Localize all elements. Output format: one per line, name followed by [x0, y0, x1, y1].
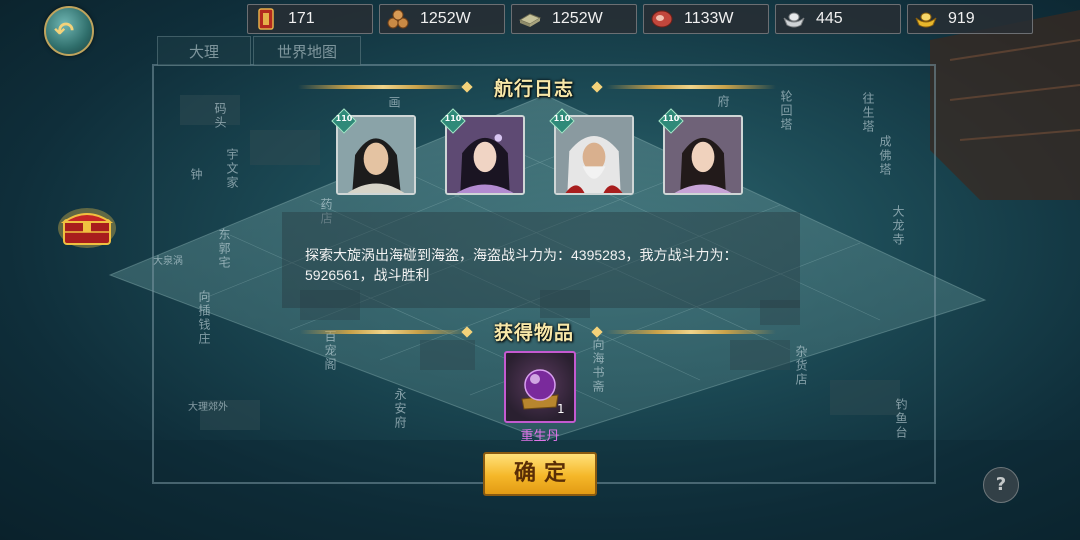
resource-stone-value: 1252W	[552, 10, 603, 27]
stone-slab-icon	[518, 13, 542, 27]
token-icon	[258, 8, 274, 30]
voyage-log-title: 航行日志	[494, 78, 575, 100]
tab-world-map[interactable]: 世界地图	[253, 36, 361, 66]
resource-token-value: 171	[288, 10, 315, 27]
rewards-deco-left	[300, 330, 468, 334]
rewards-deco-right	[606, 330, 776, 334]
reward-item-slot[interactable]	[504, 351, 576, 423]
gold-ingot-icon	[915, 12, 937, 28]
hero-3-level-badge: 110	[549, 108, 575, 134]
resource-stone[interactable]: 1252W	[511, 4, 637, 34]
resource-silver-value: 445	[816, 10, 843, 27]
resource-meat[interactable]: 1133W	[643, 4, 769, 34]
resource-wood[interactable]: 1252W	[379, 4, 505, 34]
treasure-chest-icon[interactable]	[58, 204, 116, 248]
hero-2-level-badge: 110	[440, 108, 466, 134]
silver-ingot-icon	[783, 12, 805, 28]
resource-token[interactable]: 171	[247, 4, 373, 34]
title-deco-right	[606, 85, 776, 89]
resource-meat-value: 1133W	[684, 10, 734, 27]
tab-dali[interactable]: 大理	[157, 36, 251, 66]
resource-wood-value: 1252W	[420, 10, 471, 27]
back-button[interactable]: ↶	[44, 6, 94, 56]
confirm-button[interactable]: 确定	[483, 452, 597, 496]
resource-gold[interactable]: 919	[907, 4, 1033, 34]
wood-icon	[387, 9, 409, 29]
hero-1-level-badge: 110	[331, 108, 357, 134]
help-button[interactable]: ?	[983, 467, 1019, 503]
reward-item-name: 重生丹	[520, 429, 560, 444]
hero-4-level-badge: 110	[658, 108, 684, 134]
title-deco-left	[298, 85, 468, 89]
resource-silver[interactable]: 445	[775, 4, 901, 34]
reward-item-count: 1	[557, 402, 565, 416]
resource-gold-value: 919	[948, 10, 975, 27]
meat-icon	[651, 10, 673, 28]
log-message-text: 探索大旋涡出海碰到海盗，海盗战斗力为：4395283，我方战斗力为：592656…	[305, 247, 738, 283]
return-arrow-icon: ↶	[54, 17, 75, 45]
rewards-title: 获得物品	[494, 322, 575, 344]
